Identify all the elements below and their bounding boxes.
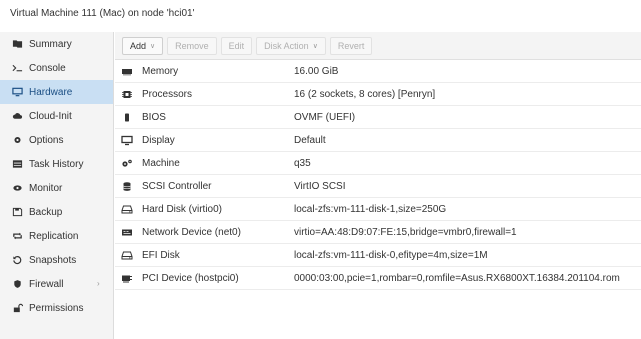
chevron-right-icon: › [97, 279, 100, 288]
disk-action-button[interactable]: Disk Action ∨ [256, 36, 326, 55]
hardware-value: Default [294, 134, 326, 146]
hardware-value: 16.00 GiB [294, 65, 339, 77]
hardware-value: virtio=AA:48:D9:07:FE:15,bridge=vmbr0,fi… [294, 226, 517, 238]
database-icon [120, 181, 134, 192]
hardware-key: Memory [142, 65, 179, 77]
sidebar-item-replication[interactable]: Replication [0, 224, 113, 248]
desktop-icon [11, 87, 23, 97]
sidebar-item-label: Backup [29, 206, 63, 218]
hardware-key: Network Device (net0) [142, 226, 241, 238]
terminal-icon [11, 63, 23, 73]
hardware-grid: Memory 16.00 GiB Processors 16 (2 sockets, … [115, 60, 641, 290]
network-card-icon [120, 227, 134, 238]
book-icon [11, 39, 23, 49]
hard-disk-icon [120, 250, 134, 261]
revert-button[interactable]: Revert [329, 36, 373, 55]
cogs-icon [120, 158, 134, 169]
hardware-value: 16 (2 sockets, 8 cores) [Penryn] [294, 88, 436, 100]
history-icon [11, 255, 23, 265]
hardware-value: 0000:03:00,pcie=1,rombar=0,romfile=Asus.… [294, 272, 620, 284]
sidebar-item-permissions[interactable]: Permissions [0, 296, 113, 320]
sidebar-item-label: Hardware [29, 86, 73, 98]
add-button-label: Add [130, 40, 147, 51]
table-row[interactable]: Machine q35 [115, 152, 641, 175]
pci-card-icon [120, 273, 134, 284]
hardware-key: Display [142, 134, 175, 146]
edit-button[interactable]: Edit [220, 36, 253, 55]
hardware-key: EFI Disk [142, 249, 180, 261]
table-row[interactable]: Processors 16 (2 sockets, 8 cores) [Penry… [115, 83, 641, 106]
sidebar-item-label: Console [29, 62, 66, 74]
unlock-icon [11, 303, 23, 313]
hard-disk-icon [120, 204, 134, 215]
hardware-value: VirtIO SCSI [294, 180, 346, 192]
cloud-icon [11, 111, 23, 121]
hardware-value: OVMF (UEFI) [294, 111, 356, 123]
table-row[interactable]: Network Device (net0) virtio=AA:48:D9:07:… [115, 221, 641, 244]
sidebar-item-options[interactable]: Options [0, 128, 113, 152]
sidebar-item-backup[interactable]: Backup [0, 200, 113, 224]
bios-chip-icon [120, 112, 134, 123]
list-icon [11, 159, 23, 169]
sidebar-item-label: Permissions [29, 302, 84, 314]
monitor-icon [120, 135, 134, 146]
sidebar-item-label: Monitor [29, 182, 63, 194]
sidebar-item-label: Options [29, 134, 64, 146]
window-title: Virtual Machine 111 (Mac) on node 'hci01… [10, 8, 195, 19]
disk-action-label: Disk Action [264, 40, 309, 51]
eye-icon [11, 183, 23, 193]
sidebar-item-hardware[interactable]: Hardware [0, 80, 113, 104]
sidebar-item-cloud-init[interactable]: Cloud-Init [0, 104, 113, 128]
sidebar-item-label: Snapshots [29, 254, 77, 266]
floppy-icon [11, 207, 23, 217]
hardware-key: Processors [142, 88, 193, 100]
shield-icon [11, 279, 23, 289]
sidebar-item-label: Task History [29, 158, 84, 170]
hardware-value: local-zfs:vm-111-disk-0,efitype=4m,size=… [294, 249, 488, 261]
hardware-key: BIOS [142, 111, 166, 123]
sidebar-item-monitor[interactable]: Monitor [0, 176, 113, 200]
table-row[interactable]: SCSI Controller VirtIO SCSI [115, 175, 641, 198]
sidebar-item-firewall[interactable]: Firewall › [0, 272, 113, 296]
retweet-icon [11, 231, 23, 241]
add-button[interactable]: Add ∨ [122, 36, 164, 55]
hardware-value: q35 [294, 157, 311, 169]
table-row[interactable]: Memory 16.00 GiB [115, 60, 641, 83]
sidebar-item-label: Firewall [29, 278, 64, 290]
gear-icon [11, 135, 23, 145]
hardware-key: PCI Device (hostpci0) [142, 272, 239, 284]
sidebar-item-label: Replication [29, 230, 79, 242]
sidebar-item-console[interactable]: Console [0, 56, 113, 80]
hardware-key: SCSI Controller [142, 180, 212, 192]
sidebar: Summary Console Hardware Cloud-Init Options T… [0, 32, 114, 339]
remove-button[interactable]: Remove [167, 36, 217, 55]
sidebar-item-snapshots[interactable]: Snapshots [0, 248, 113, 272]
sidebar-item-label: Cloud-Init [29, 110, 72, 122]
table-row[interactable]: BIOS OVMF (UEFI) [115, 106, 641, 129]
table-row[interactable]: Display Default [115, 129, 641, 152]
hardware-value: local-zfs:vm-111-disk-1,size=250G [294, 203, 447, 215]
hardware-key: Hard Disk (virtio0) [142, 203, 223, 215]
sidebar-item-task-history[interactable]: Task History [0, 152, 113, 176]
chevron-down-icon: ∨ [312, 42, 318, 50]
table-row[interactable]: Hard Disk (virtio0) local-zfs:vm-111-disk… [115, 198, 641, 221]
cpu-icon [120, 89, 134, 100]
hardware-key: Machine [142, 157, 180, 169]
table-row[interactable]: EFI Disk local-zfs:vm-111-disk-0,efitype=… [115, 244, 641, 267]
sidebar-item-summary[interactable]: Summary [0, 32, 113, 56]
sidebar-item-label: Summary [29, 38, 72, 50]
table-row[interactable]: PCI Device (hostpci0) 0000:03:00,pcie=1,r… [115, 267, 641, 290]
memory-icon [120, 66, 134, 77]
hardware-toolbar: Add ∨ Remove Edit Disk Action ∨ Revert [115, 32, 641, 60]
chevron-down-icon: ∨ [150, 42, 156, 50]
